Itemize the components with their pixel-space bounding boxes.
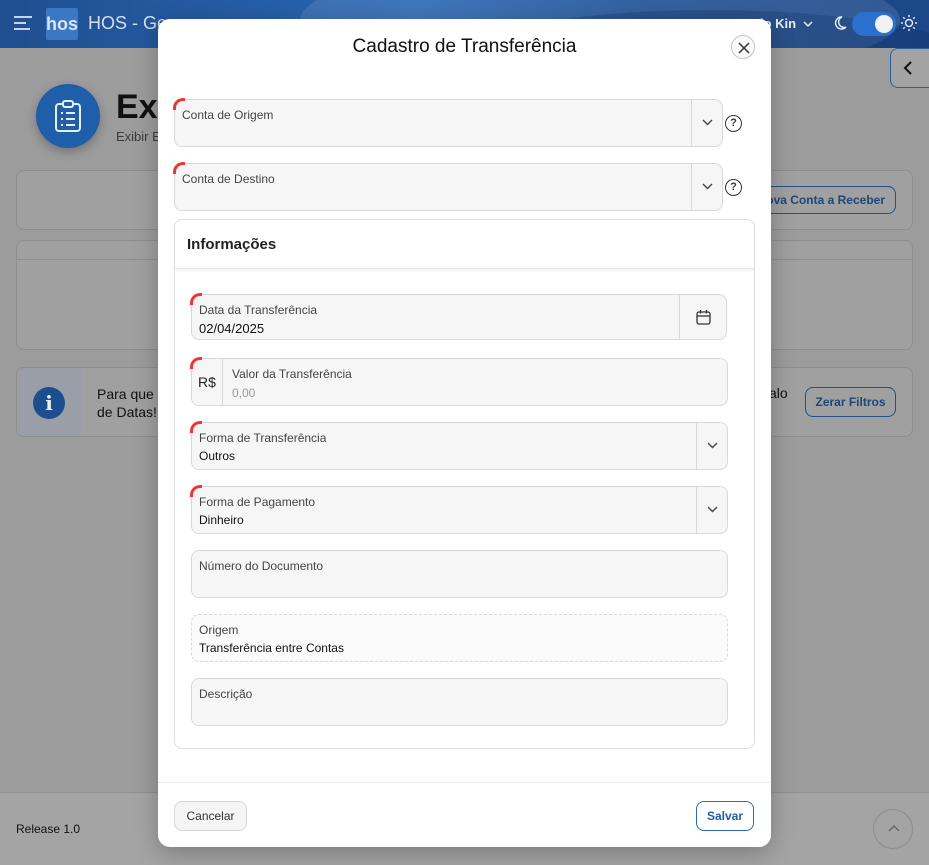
field-label: Data da Transferência (199, 303, 318, 317)
calendar-button[interactable] (679, 295, 726, 339)
chevron-down-icon (702, 183, 713, 190)
page-icon (36, 84, 100, 148)
chevron-down-icon (702, 119, 713, 126)
field-placeholder: 0,00 (232, 386, 256, 400)
save-button[interactable]: Salvar (696, 801, 754, 831)
field-value: Outros (199, 449, 236, 463)
document-number-field[interactable]: Número do Documento (191, 550, 728, 598)
close-button[interactable] (731, 35, 755, 59)
origin-account-select[interactable]: Conta de Origem (173, 98, 723, 147)
release-label: Release 1.0 (16, 822, 81, 836)
transfer-amount-field[interactable]: R$ Valor da Transferência 0,00 (190, 357, 728, 406)
alert-text-line: de Datas! (97, 404, 157, 420)
page-subtitle: Exibir E (116, 129, 161, 144)
dropdown-toggle[interactable] (696, 423, 727, 469)
menu-icon[interactable] (14, 16, 32, 30)
alert-text: Para que o de Datas! (97, 385, 166, 421)
chevron-down-icon (707, 506, 718, 513)
info-icon: i (33, 387, 65, 419)
destination-account-select[interactable]: Conta de Destino (173, 162, 723, 211)
sidebar-collapse-button[interactable] (890, 48, 929, 88)
currency-prefix: R$ (192, 359, 223, 405)
dropdown-toggle[interactable] (691, 164, 722, 210)
info-section-header: Informações (175, 220, 754, 269)
field-label: Descrição (199, 687, 253, 701)
scroll-top-button[interactable] (873, 809, 913, 849)
transfer-date-field[interactable]: Data da Transferência 02/04/2025 (190, 293, 727, 340)
field-label: Conta de Destino (182, 172, 275, 186)
field-value: Dinheiro (199, 513, 244, 527)
origin-field: Origem Transferência entre Contas (191, 614, 728, 662)
theme-toggle[interactable] (852, 12, 896, 36)
modal-title: Cadastro de Transferência (352, 36, 577, 57)
chevron-down-icon (707, 442, 718, 449)
chevron-down-icon (803, 21, 813, 28)
field-value: 02/04/2025 (199, 321, 265, 336)
help-icon[interactable]: ? (725, 115, 742, 132)
field-label: Forma de Pagamento (199, 495, 316, 509)
calendar-icon (696, 310, 711, 325)
field-label: Número do Documento (199, 559, 324, 573)
clear-filters-button[interactable]: Zerar Filtros (805, 387, 896, 417)
payment-method-select[interactable]: Forma de Pagamento Dinheiro (190, 485, 728, 534)
field-value: Transferência entre Contas (199, 641, 344, 655)
info-section: Informações Data da Transferência 02/04/… (174, 219, 755, 749)
modal-footer: Cancelar Salvar (158, 782, 771, 847)
app-logo[interactable]: hos (46, 8, 78, 40)
alert-text-line: Para que o (97, 386, 166, 402)
chevron-left-icon (903, 61, 912, 75)
alert-text-right: alo (769, 385, 788, 401)
clipboard-icon (55, 100, 81, 132)
transfer-method-select[interactable]: Forma de Transferência Outros (190, 421, 728, 470)
moon-icon (834, 16, 847, 30)
help-icon[interactable]: ? (725, 179, 742, 196)
sun-icon (901, 15, 917, 31)
cancel-button[interactable]: Cancelar (174, 801, 247, 831)
field-label: Forma de Transferência (199, 431, 327, 445)
field-label: Origem (199, 623, 239, 637)
alert-icon-box: i (17, 368, 81, 436)
close-icon (738, 42, 750, 54)
dropdown-toggle[interactable] (696, 487, 727, 533)
new-receivable-button[interactable]: ova Conta a Receber (760, 186, 896, 214)
info-section-title: Informações (187, 236, 277, 253)
app-title: HOS - Ge (88, 13, 168, 33)
description-field[interactable]: Descrição (191, 678, 728, 726)
transfer-modal: Cadastro de Transferência Conta de Orige… (158, 19, 771, 847)
dropdown-toggle[interactable] (691, 100, 722, 146)
field-label: Conta de Origem (182, 108, 274, 122)
chevron-up-icon (888, 824, 900, 832)
field-label: Valor da Transferência (232, 367, 352, 381)
